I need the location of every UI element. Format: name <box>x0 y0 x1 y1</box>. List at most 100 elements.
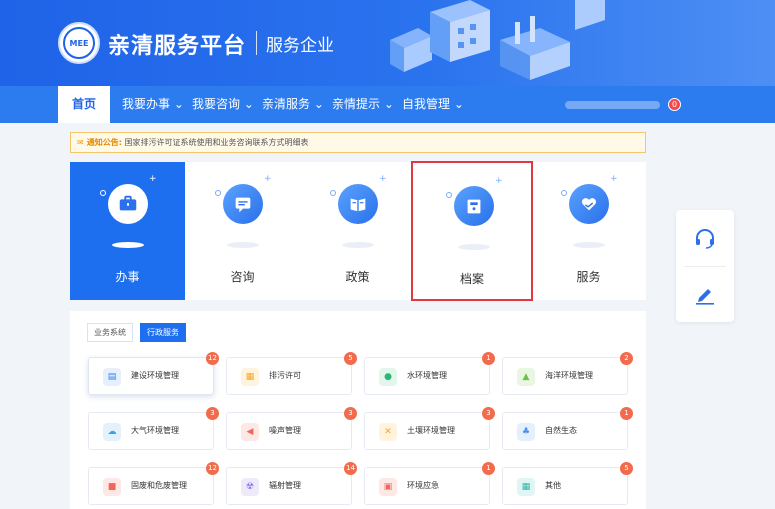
service-label: 海洋环境管理 <box>545 371 593 380</box>
service-label: 大气环境管理 <box>131 426 179 435</box>
count-badge: 1 <box>620 407 633 420</box>
nav-consult[interactable]: 我要咨询 ⌄ <box>192 86 254 123</box>
service-label: 固废和危废管理 <box>131 481 187 490</box>
alert-monitor-icon: ▣ <box>379 478 397 496</box>
card-label: 咨询 <box>230 270 255 284</box>
platform-subtitle: 服务企业 <box>266 36 334 56</box>
card-consult[interactable]: + 咨询 <box>185 162 300 300</box>
book-icon <box>338 184 378 224</box>
chevron-down-icon: ⌄ <box>173 97 184 111</box>
card-label: 办事 <box>115 270 140 284</box>
count-badge: 3 <box>344 407 357 420</box>
service-label: 建设环境管理 <box>131 371 179 380</box>
decor-plus: + <box>495 176 503 186</box>
heart-hand-icon <box>569 184 609 224</box>
floating-toolbar <box>676 210 734 322</box>
nav-tips[interactable]: 亲情提示 ⌄ <box>332 86 394 123</box>
card-label: 服务 <box>576 270 601 284</box>
card-label: 政策 <box>345 270 370 284</box>
count-badge: 14 <box>344 462 357 475</box>
service-label: 环境应急 <box>407 481 439 490</box>
nav-label: 我要咨询 <box>192 97 241 111</box>
notice-text[interactable]: 国家排污许可证系统使用和业务咨询联系方式明细表 <box>124 138 308 147</box>
archive-icon <box>454 186 494 226</box>
count-badge: 3 <box>482 407 495 420</box>
waste-icon: ■ <box>103 478 121 496</box>
icon-shadow <box>112 242 144 248</box>
headset-icon[interactable] <box>693 226 717 250</box>
mee-logo[interactable]: MEE <box>58 22 100 64</box>
notification-badge[interactable]: 0 <box>668 98 681 111</box>
card-policy[interactable]: + 政策 <box>300 162 415 300</box>
count-badge: 3 <box>206 407 219 420</box>
nav-label: 我要办事 <box>122 97 171 111</box>
edit-icon[interactable] <box>693 282 717 306</box>
decor-plus: + <box>379 174 387 184</box>
nav-qinqing[interactable]: 亲清服务 ⌄ <box>262 86 324 123</box>
service-item[interactable]: ▦ 排污许可 5 <box>226 352 357 395</box>
nav-self-manage[interactable]: 自我管理 ⌄ <box>402 86 464 123</box>
card-archive[interactable]: + 档案 <box>411 161 533 301</box>
service-item[interactable]: ● 水环境管理 1 <box>364 352 495 395</box>
icon-shadow <box>458 244 490 250</box>
decor-dot <box>215 190 221 196</box>
card-affairs[interactable]: + 办事 <box>70 162 185 300</box>
toolbar-divider <box>684 266 726 267</box>
permit-icon: ▦ <box>241 368 259 386</box>
count-badge: 5 <box>620 462 633 475</box>
logo-text: MEE <box>63 27 95 59</box>
service-item[interactable]: ▤ 建设环境管理 12 <box>88 352 219 395</box>
grid-icon: ▦ <box>517 478 535 496</box>
count-badge: 1 <box>482 462 495 475</box>
count-badge: 12 <box>206 352 219 365</box>
chevron-down-icon: ⌄ <box>383 97 394 111</box>
forest-icon: ♣ <box>517 423 535 441</box>
service-item[interactable]: ◀ 噪声管理 3 <box>226 407 357 450</box>
city-illustration <box>390 0 605 80</box>
service-item[interactable]: ☢ 辐射管理 14 <box>226 462 357 505</box>
tab-business-system[interactable]: 业务系统 <box>87 323 133 342</box>
service-item[interactable]: ♣ 自然生态 1 <box>502 407 633 450</box>
nav-label: 自我管理 <box>402 97 451 111</box>
soil-icon: ✕ <box>379 423 397 441</box>
icon-shadow <box>573 242 605 248</box>
tab-admin-service[interactable]: 行政服务 <box>140 323 186 342</box>
nav-services[interactable]: 我要办事 ⌄ <box>122 86 184 123</box>
card-service[interactable]: + 服务 <box>531 162 646 300</box>
decor-dot <box>446 192 452 198</box>
service-label: 土壤环境管理 <box>407 426 455 435</box>
main-nav: 首页 我要办事 ⌄ 我要咨询 ⌄ 亲清服务 ⌄ 亲情提示 ⌄ 自我管理 ⌄ <box>0 86 775 123</box>
nav-label: 亲清服务 <box>262 97 311 111</box>
chevron-down-icon: ⌄ <box>453 97 464 111</box>
service-item[interactable]: ■ 固废和危废管理 12 <box>88 462 219 505</box>
count-badge: 12 <box>206 462 219 475</box>
chevron-down-icon: ⌄ <box>313 97 324 111</box>
water-drop-icon: ● <box>379 368 397 386</box>
chat-icon <box>223 184 263 224</box>
decor-plus: + <box>264 174 272 184</box>
notice-icon: ✉ <box>77 138 84 147</box>
services-panel: 业务系统 行政服务 ▤ 建设环境管理 12 ▦ 排污许可 5 ● 水环境管理 1… <box>70 311 646 509</box>
user-name-blurred[interactable] <box>565 101 660 109</box>
speaker-icon: ◀ <box>241 423 259 441</box>
service-label: 自然生态 <box>545 426 577 435</box>
card-label: 档案 <box>459 272 484 286</box>
service-item[interactable]: ▣ 环境应急 1 <box>364 462 495 505</box>
nav-home[interactable]: 首页 <box>58 86 110 123</box>
service-label: 水环境管理 <box>407 371 447 380</box>
service-item[interactable]: ☁ 大气环境管理 3 <box>88 407 219 450</box>
service-label: 排污许可 <box>269 371 301 380</box>
header-banner: MEE 亲清服务平台 服务企业 <box>0 0 775 86</box>
decor-dot <box>561 190 567 196</box>
decor-plus: + <box>149 174 157 184</box>
nav-label: 亲情提示 <box>332 97 381 111</box>
decor-dot <box>100 190 106 196</box>
notice-bar[interactable]: ✉ 通知公告: 国家排污许可证系统使用和业务咨询联系方式明细表 <box>70 132 646 153</box>
count-badge: 1 <box>482 352 495 365</box>
briefcase-icon <box>108 184 148 224</box>
decor-plus: + <box>610 174 618 184</box>
service-item[interactable]: ▦ 其他 5 <box>502 462 633 505</box>
category-cards: + 办事 + 咨询 + 政策 + 档案 + 服务 <box>70 161 646 301</box>
service-item[interactable]: ✕ 土壤环境管理 3 <box>364 407 495 450</box>
service-item[interactable]: ▲ 海洋环境管理 2 <box>502 352 633 395</box>
